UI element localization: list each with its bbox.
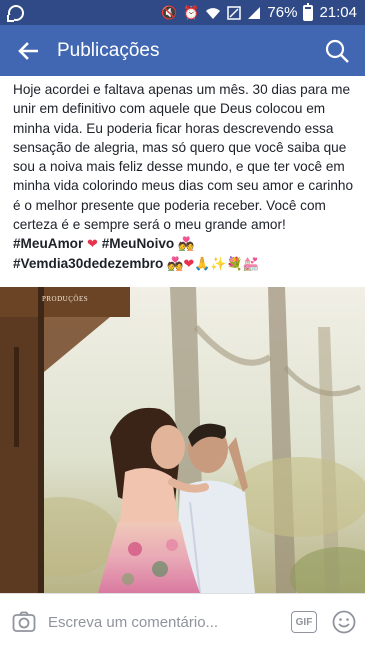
couple-photo-illustration: PRODUÇÕES: [0, 287, 365, 593]
heart-icon: ❤: [183, 255, 195, 271]
hashtag-line-2: #Vemdia30dedezembro 💑❤🙏✨💐💒: [13, 254, 359, 273]
signal-icon: [248, 6, 261, 19]
alarm-icon: ⏰: [183, 5, 200, 20]
photo-watermark: PRODUÇÕES: [42, 295, 88, 303]
gif-button[interactable]: GIF: [291, 611, 317, 633]
arrow-left-icon: [18, 41, 38, 60]
post-body: Hoje acordei e faltava apenas um mês. 30…: [13, 82, 354, 233]
comment-input[interactable]: [48, 606, 285, 638]
whatsapp-icon: [8, 4, 24, 21]
battery-icon: [303, 2, 314, 21]
heart-icon: ❤: [87, 236, 98, 252]
pray-icon: 🙏: [194, 255, 211, 271]
hashtag-vemdia30dedezembro[interactable]: #Vemdia30dedezembro: [13, 256, 163, 271]
sparkle-icon: ✨: [210, 255, 227, 271]
status-bar-right: 🔇 ⏰ 76% 21:04: [161, 2, 357, 21]
post-hashtags: #MeuAmor ❤ #MeuNoivo 💑 #Vemdia30dedezemb…: [13, 234, 359, 273]
hashtag-line-1: #MeuAmor ❤ #MeuNoivo 💑: [13, 234, 359, 253]
battery-percent: 76%: [267, 4, 298, 21]
bouquet-icon: 💐: [226, 255, 243, 271]
search-button[interactable]: [309, 25, 365, 76]
hashtag-meunoivo[interactable]: #MeuNoivo: [102, 236, 175, 251]
smiley-icon: [332, 610, 356, 634]
post-text: Hoje acordei e faltava apenas um mês. 30…: [13, 80, 359, 273]
mute-icon: 🔇: [161, 5, 178, 20]
camera-icon: [12, 611, 36, 632]
back-button[interactable]: [0, 25, 56, 76]
page-title: Publicações: [57, 39, 160, 61]
app-bar: Publicações: [0, 25, 365, 76]
wifi-icon: [206, 7, 221, 19]
data-icon: [227, 5, 242, 20]
battery-level: [305, 9, 312, 19]
camera-button[interactable]: [8, 606, 40, 638]
post-page: 🔇 ⏰ 76% 21:04 Publicações Hoje acordei e…: [0, 0, 365, 650]
couple-icon: 💑: [167, 255, 184, 271]
hashtag-meuamor[interactable]: #MeuAmor: [13, 236, 83, 251]
comment-bar: GIF: [0, 593, 365, 650]
clock-time: 21:04: [319, 4, 357, 21]
church-icon: 💒: [242, 255, 259, 271]
emoji-button[interactable]: [331, 609, 357, 635]
status-bar: 🔇 ⏰ 76% 21:04: [0, 0, 365, 25]
search-icon: [325, 39, 349, 63]
couple-icon: 💑: [178, 236, 195, 252]
status-bar-left: [8, 4, 24, 21]
post-photo[interactable]: PRODUÇÕES: [0, 287, 365, 593]
